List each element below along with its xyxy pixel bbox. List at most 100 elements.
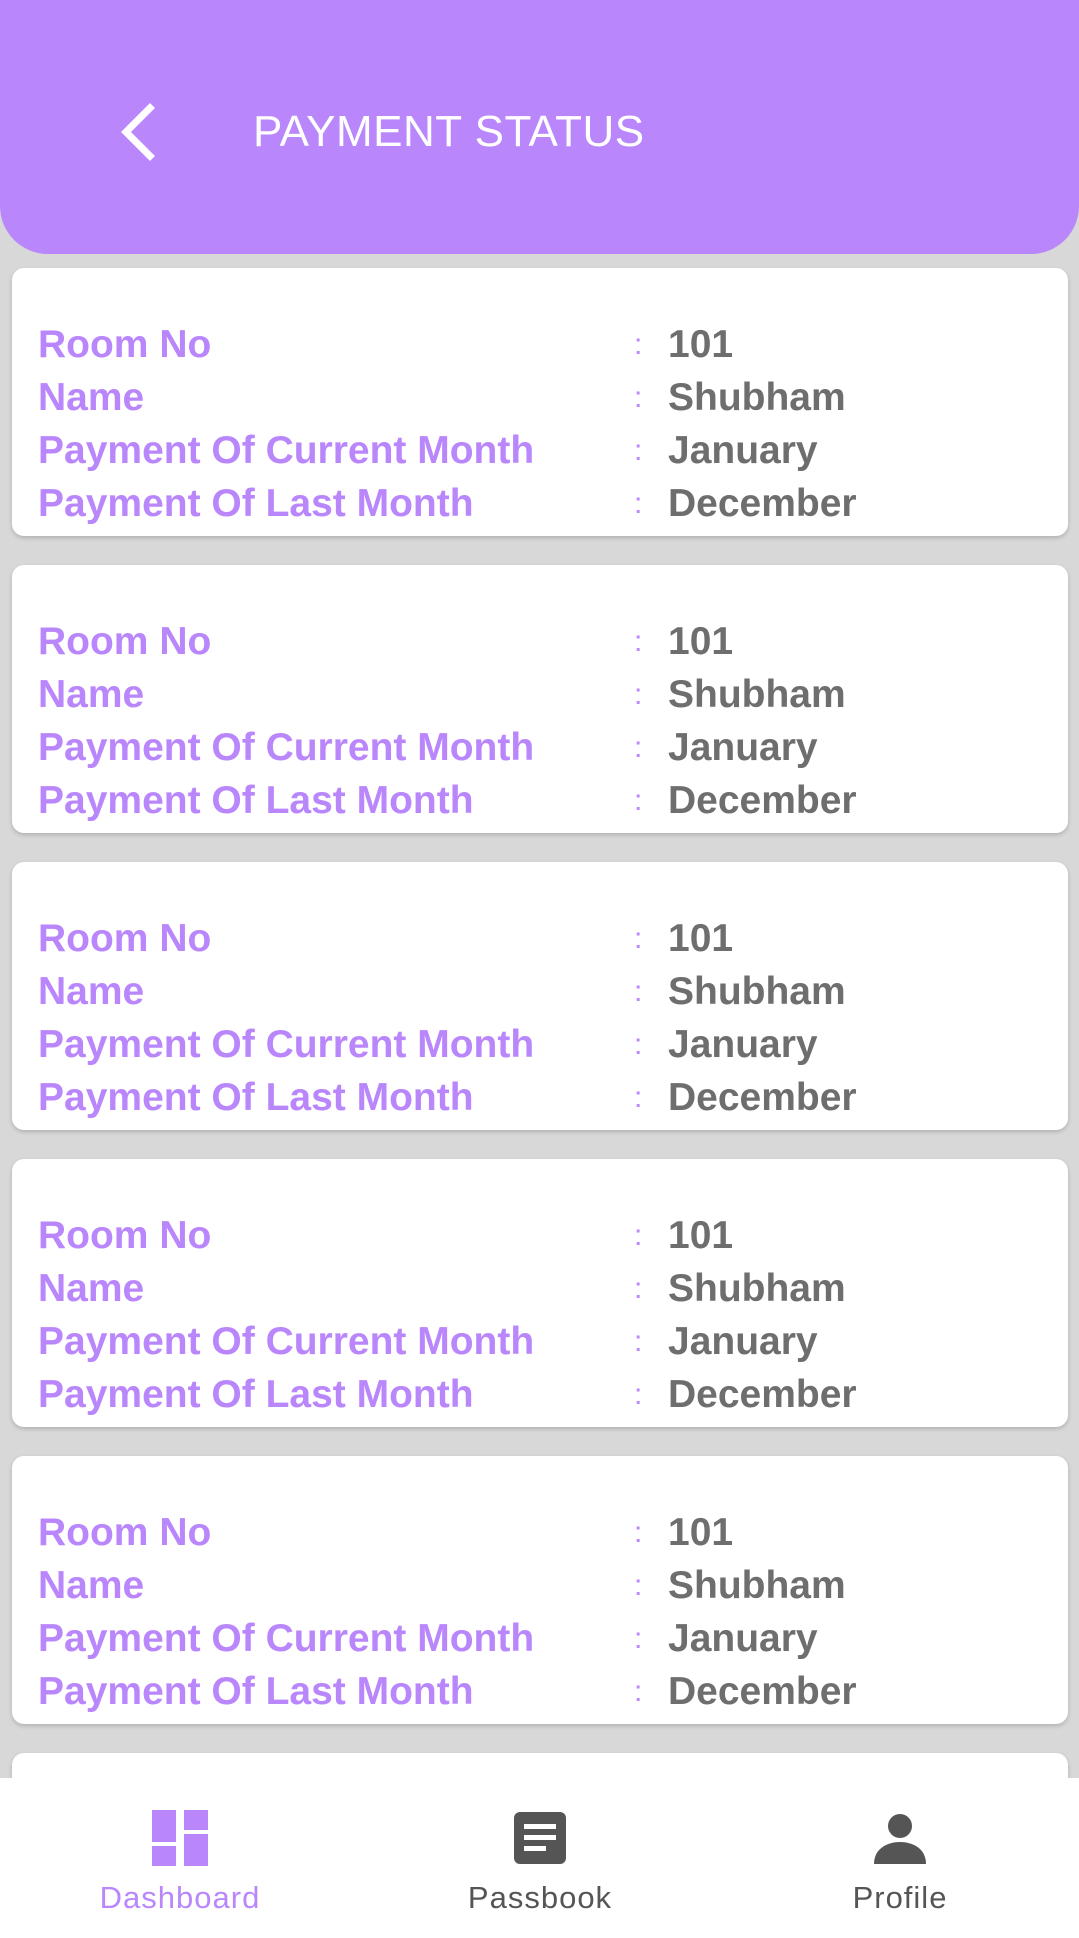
field-label: Payment Of Current Month — [38, 1320, 535, 1363]
dashboard-icon — [152, 1810, 208, 1866]
field-separator: : — [634, 1675, 643, 1708]
field-label: Room No — [38, 1511, 212, 1554]
field-separator: : — [634, 678, 643, 711]
field-row-name: Name : Shubham — [12, 965, 1068, 1018]
payment-card: Room No : 101 Name : Shubham Payment Of … — [12, 565, 1068, 833]
field-value: 101 — [668, 1214, 734, 1257]
nav-label-profile: Profile — [852, 1880, 948, 1915]
field-separator: : — [634, 1219, 643, 1252]
nav-item-passbook[interactable]: Passbook — [360, 1778, 720, 1938]
field-label: Payment Of Last Month — [38, 779, 474, 822]
field-row-room-no: Room No : 101 — [12, 1209, 1068, 1262]
field-label: Payment Of Current Month — [38, 726, 535, 769]
payment-card: Room No : 101 Name : Shubham Payment Of … — [12, 1456, 1068, 1724]
field-row-name: Name : Shubham — [12, 371, 1068, 424]
field-row-name: Name : Shubham — [12, 1262, 1068, 1315]
field-row-room-no: Room No : 101 — [12, 615, 1068, 668]
field-separator: : — [634, 731, 643, 764]
field-separator: : — [634, 922, 643, 955]
field-separator: : — [634, 1516, 643, 1549]
field-row-name: Name : Shubham — [12, 668, 1068, 721]
field-value: December — [668, 1076, 857, 1119]
field-value: Shubham — [668, 970, 846, 1013]
field-separator: : — [634, 784, 643, 817]
field-value: 101 — [668, 917, 734, 960]
field-separator: : — [634, 328, 643, 361]
field-row-current-month: Payment Of Current Month : January — [12, 1315, 1068, 1368]
field-row-current-month: Payment Of Current Month : January — [12, 1612, 1068, 1665]
field-value: 101 — [668, 620, 734, 663]
app-header: PAYMENT STATUS — [0, 0, 1079, 254]
bottom-navigation: Dashboard Passbook Profile — [0, 1778, 1079, 1938]
payment-card: Room No : 101 Name : Shubham Payment Of … — [12, 1159, 1068, 1427]
field-separator: : — [634, 434, 643, 467]
payment-card — [12, 1753, 1068, 1778]
field-label: Name — [38, 376, 145, 419]
passbook-icon — [514, 1812, 566, 1864]
field-value: January — [668, 1023, 818, 1066]
field-label: Name — [38, 1564, 145, 1607]
field-value: Shubham — [668, 1267, 846, 1310]
field-row-name: Name : Shubham — [12, 1559, 1068, 1612]
field-row-room-no: Room No : 101 — [12, 318, 1068, 371]
field-separator: : — [634, 1028, 643, 1061]
back-button[interactable] — [104, 96, 176, 168]
field-row-last-month: Payment Of Last Month : December — [12, 1368, 1068, 1421]
field-value: January — [668, 726, 818, 769]
field-row-current-month: Payment Of Current Month : January — [12, 424, 1068, 477]
field-label: Payment Of Last Month — [38, 1670, 474, 1713]
page-title: PAYMENT STATUS — [253, 107, 645, 156]
field-label: Room No — [38, 323, 212, 366]
field-label: Payment Of Last Month — [38, 482, 474, 525]
field-row-last-month: Payment Of Last Month : December — [12, 1665, 1068, 1718]
field-label: Name — [38, 1267, 145, 1310]
field-label: Payment Of Current Month — [38, 1617, 535, 1660]
field-separator: : — [634, 487, 643, 520]
field-label: Room No — [38, 917, 212, 960]
field-separator: : — [634, 1081, 643, 1114]
field-value: 101 — [668, 323, 734, 366]
field-label: Name — [38, 970, 145, 1013]
field-separator: : — [634, 975, 643, 1008]
field-value: Shubham — [668, 1564, 846, 1607]
field-separator: : — [634, 381, 643, 414]
nav-label-passbook: Passbook — [467, 1880, 613, 1915]
field-label: Payment Of Last Month — [38, 1076, 474, 1119]
field-label: Name — [38, 673, 145, 716]
field-value: January — [668, 1320, 818, 1363]
field-value: January — [668, 429, 818, 472]
field-label: Room No — [38, 620, 212, 663]
payment-status-list[interactable]: Room No : 101 Name : Shubham Payment Of … — [0, 254, 1079, 1778]
chevron-left-icon — [121, 103, 155, 161]
field-label: Payment Of Last Month — [38, 1373, 474, 1416]
field-value: December — [668, 1670, 857, 1713]
field-value: Shubham — [668, 673, 846, 716]
payment-card: Room No : 101 Name : Shubham Payment Of … — [12, 268, 1068, 536]
field-row-last-month: Payment Of Last Month : December — [12, 1071, 1068, 1124]
field-value: 101 — [668, 1511, 734, 1554]
field-value: December — [668, 482, 857, 525]
field-label: Room No — [38, 1214, 212, 1257]
field-row-current-month: Payment Of Current Month : January — [12, 1018, 1068, 1071]
field-label: Payment Of Current Month — [38, 429, 535, 472]
field-value: January — [668, 1617, 818, 1660]
field-value: December — [668, 1373, 857, 1416]
field-separator: : — [634, 1569, 643, 1602]
field-separator: : — [634, 1378, 643, 1411]
nav-item-profile[interactable]: Profile — [720, 1778, 1079, 1938]
profile-icon — [874, 1814, 926, 1864]
nav-item-dashboard[interactable]: Dashboard — [0, 1778, 360, 1938]
field-value: Shubham — [668, 376, 846, 419]
field-row-last-month: Payment Of Last Month : December — [12, 774, 1068, 827]
field-label: Payment Of Current Month — [38, 1023, 535, 1066]
nav-label-dashboard: Dashboard — [99, 1880, 261, 1915]
field-row-last-month: Payment Of Last Month : December — [12, 477, 1068, 530]
field-value: December — [668, 779, 857, 822]
payment-card: Room No : 101 Name : Shubham Payment Of … — [12, 862, 1068, 1130]
field-separator: : — [634, 1272, 643, 1305]
field-row-current-month: Payment Of Current Month : January — [12, 721, 1068, 774]
field-separator: : — [634, 1325, 643, 1358]
field-row-room-no: Room No : 101 — [12, 1506, 1068, 1559]
field-row-room-no: Room No : 101 — [12, 912, 1068, 965]
field-separator: : — [634, 1622, 643, 1655]
